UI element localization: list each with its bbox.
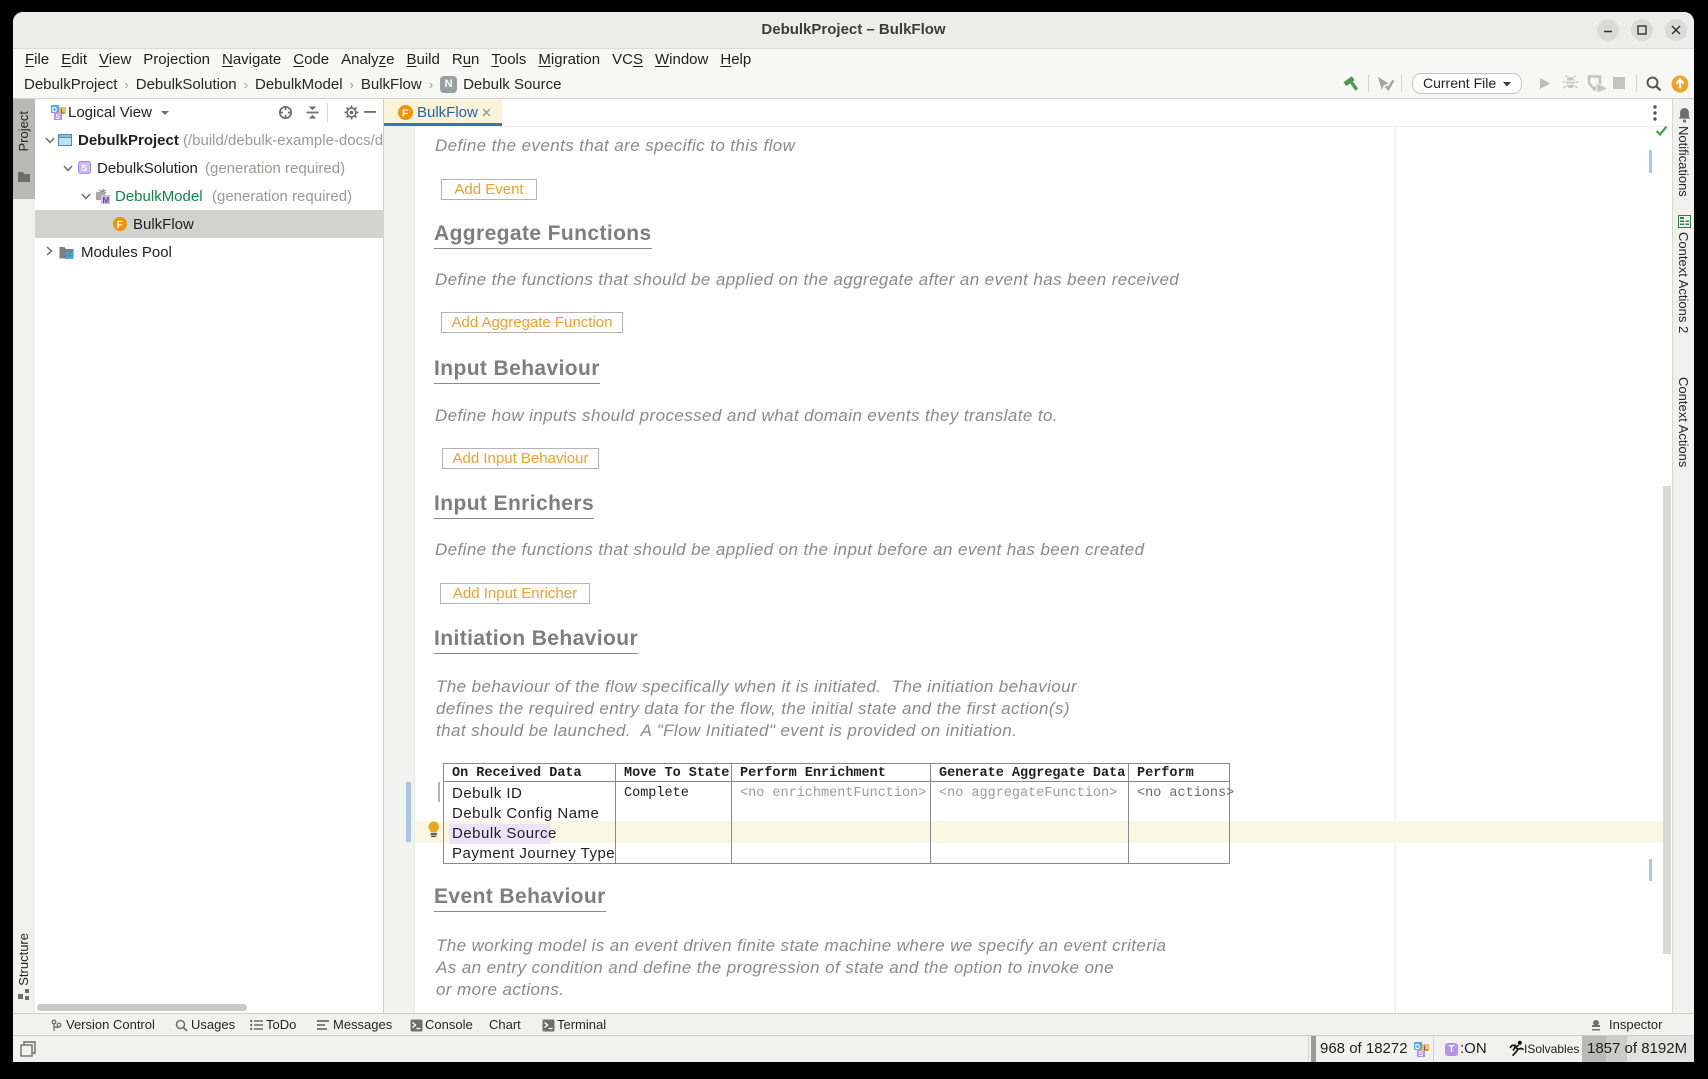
svg-text:M: M — [103, 196, 110, 204]
svg-text:S: S — [81, 163, 87, 173]
svg-text:L: L — [61, 109, 66, 116]
svg-text:F: F — [117, 220, 123, 231]
svg-text:L: L — [1424, 1046, 1429, 1053]
svg-text:F: F — [402, 108, 409, 120]
